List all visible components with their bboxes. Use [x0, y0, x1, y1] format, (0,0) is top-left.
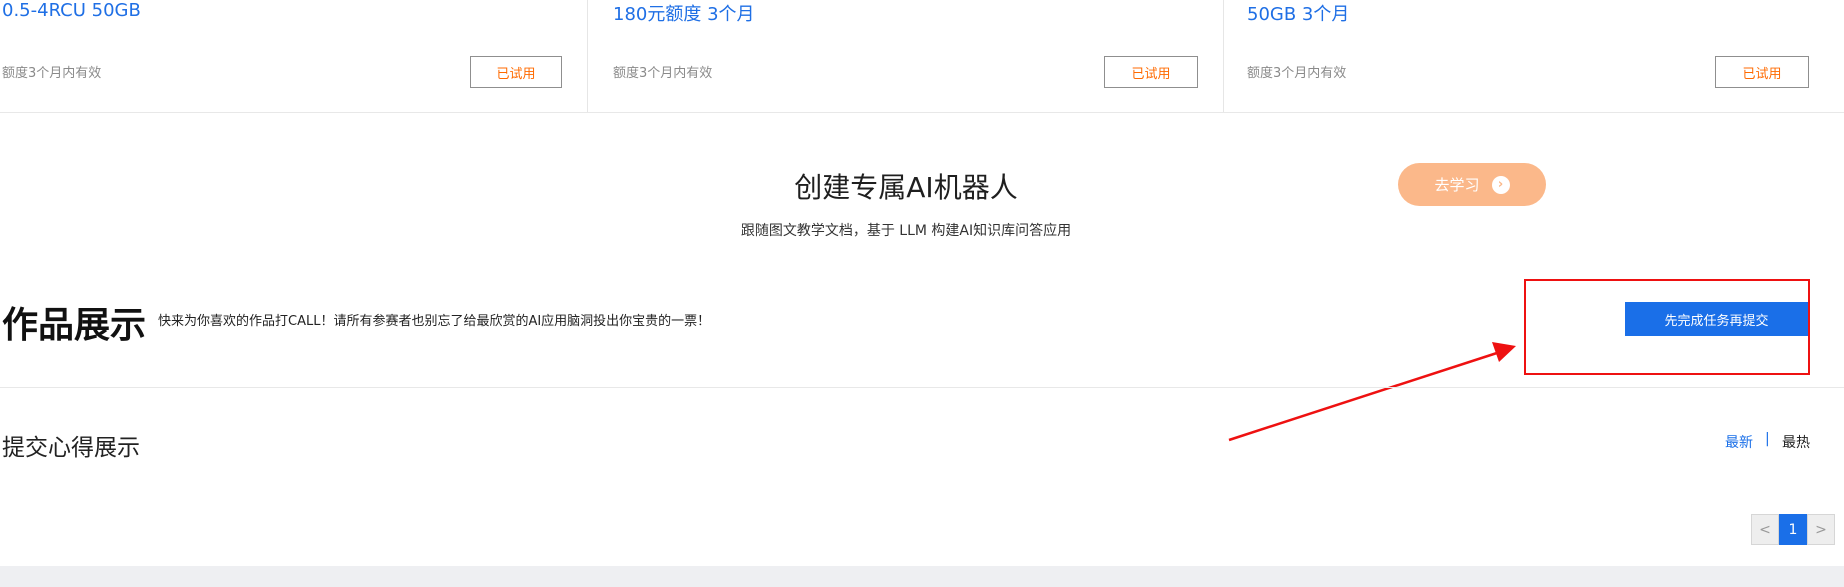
footer-band: [0, 566, 1844, 587]
sort-separator: |: [1765, 431, 1770, 447]
pagination-prev-button[interactable]: <: [1751, 514, 1779, 545]
sort-hot-link[interactable]: 最热: [1782, 432, 1810, 452]
annotation-arrow: [1228, 342, 1516, 442]
sort-latest-link[interactable]: 最新: [1725, 432, 1753, 452]
section-divider: [0, 387, 1844, 388]
pagination-next-button[interactable]: >: [1807, 514, 1835, 545]
pagination-page-1[interactable]: 1: [1779, 514, 1807, 545]
experience-section-title: 提交心得展示: [2, 435, 140, 461]
